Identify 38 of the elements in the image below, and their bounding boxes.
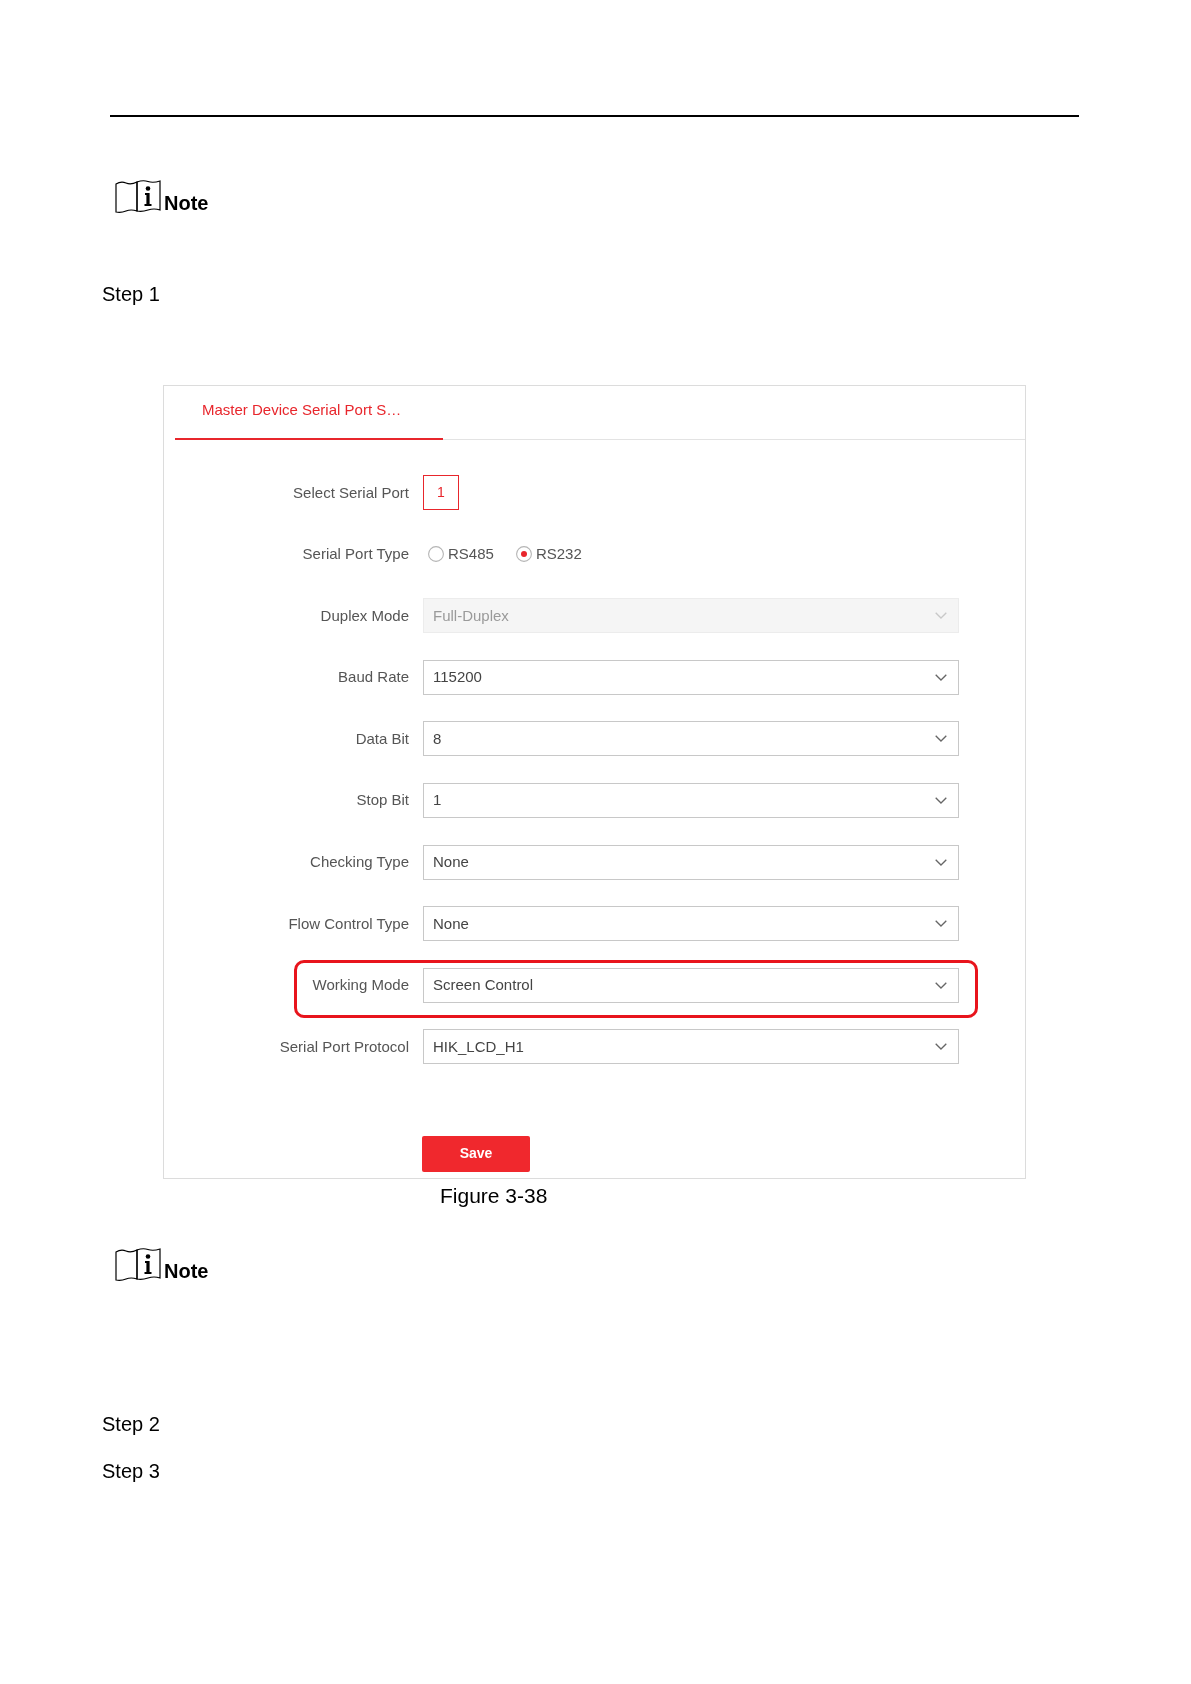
chevron-down-icon — [935, 612, 947, 620]
info-book-icon — [115, 179, 161, 213]
dropdown-field[interactable]: HIK_LCD_H1 — [423, 1029, 959, 1065]
figure-caption: Figure 3-38 — [440, 1184, 548, 1207]
chevron-down-icon — [935, 920, 947, 928]
field-label: Serial Port Protocol — [278, 1036, 409, 1057]
field-label: Flow Control Type — [287, 913, 409, 934]
field-label: Data Bit — [354, 728, 409, 749]
tab[interactable]: Master Device Serial Port S… — [175, 386, 443, 440]
chevron-down-icon — [935, 858, 947, 866]
chevron-down-icon — [935, 796, 947, 804]
step-label: Step 3 — [102, 1460, 160, 1482]
radio-option[interactable]: RS485 — [428, 544, 494, 565]
field-label: Stop Bit — [355, 790, 409, 811]
field-label: Select Serial Port — [292, 482, 409, 503]
field-label: Checking Type — [309, 852, 409, 873]
field-label: Duplex Mode — [319, 605, 409, 626]
chevron-down-icon — [935, 1043, 947, 1051]
chevron-down-icon — [935, 735, 947, 743]
chevron-down-icon — [935, 981, 947, 989]
dropdown-field[interactable]: Screen Control — [423, 967, 959, 1003]
field-label: Serial Port Type — [301, 544, 409, 565]
dropdown-field[interactable]: 8 — [423, 721, 959, 757]
field-label: Baud Rate — [337, 667, 409, 688]
chevron-down-icon — [935, 673, 947, 681]
dropdown-field[interactable]: None — [423, 906, 959, 942]
step-label: Step 1 — [102, 283, 160, 305]
field-label: Working Mode — [311, 975, 409, 996]
step-label: Step 2 — [102, 1413, 160, 1435]
note-heading: Note — [164, 193, 209, 213]
radio-option[interactable]: RS232 — [515, 544, 582, 565]
dropdown-field[interactable]: None — [423, 844, 959, 880]
dropdown-field[interactable]: 1 — [423, 782, 959, 818]
note-heading: Note — [164, 1261, 209, 1281]
port-button[interactable]: 1 — [423, 475, 459, 510]
save-button[interactable]: Save — [422, 1135, 530, 1172]
info-book-icon — [115, 1247, 161, 1281]
dropdown-field[interactable]: 115200 — [423, 659, 959, 695]
